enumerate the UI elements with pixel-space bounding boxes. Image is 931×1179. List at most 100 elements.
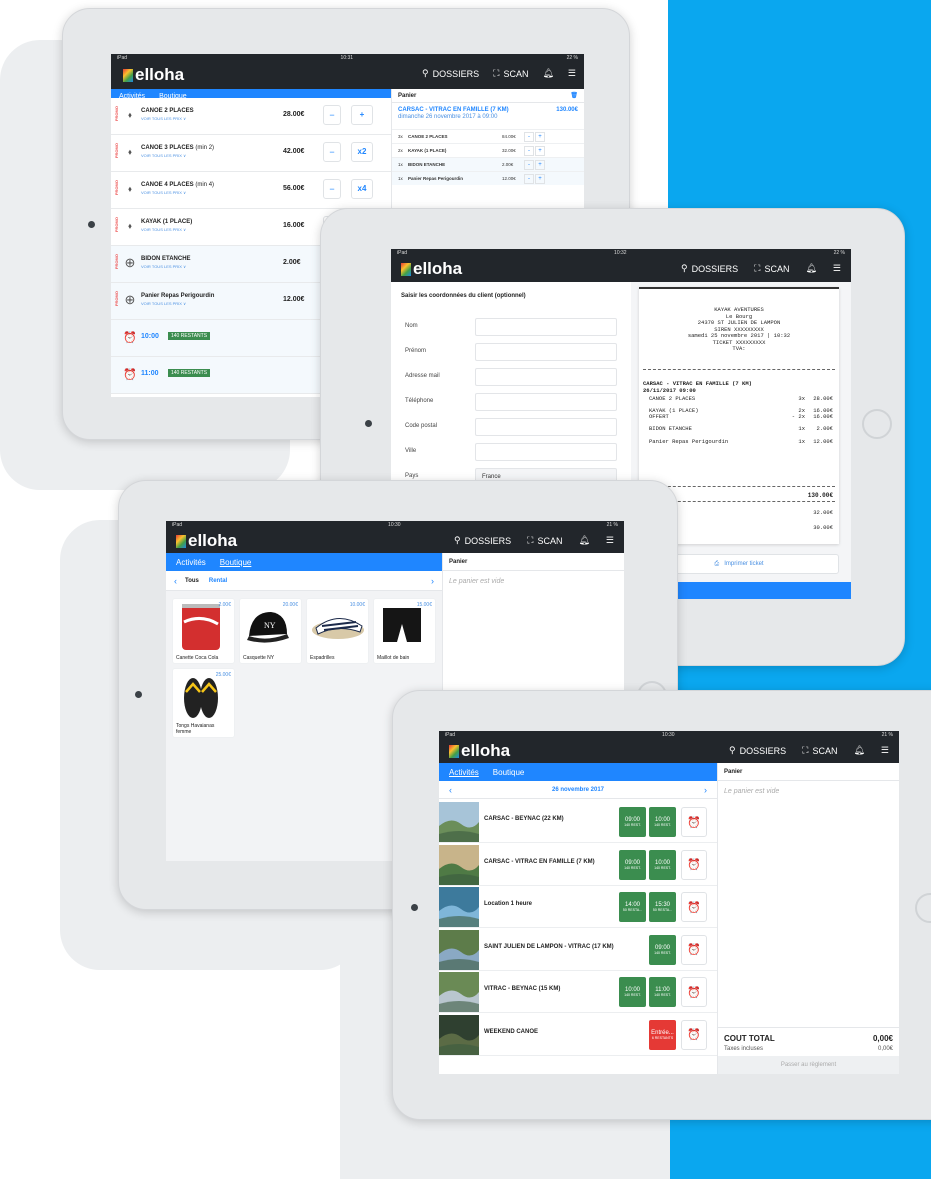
alarm-clock-icon[interactable]: ⏰ bbox=[681, 977, 707, 1007]
time-slot-button[interactable]: 11:00 140 REST. bbox=[649, 977, 676, 1007]
menu-icon[interactable]: ☰ bbox=[606, 535, 614, 546]
dossiers-button[interactable]: ⚲ DOSSIERS bbox=[422, 68, 479, 79]
product-card[interactable]: 15.00€ Maillot de bain bbox=[373, 598, 436, 664]
product-row[interactable]: PROMO ⬪ CANOE 2 PLACES VOIR TOUS LES PRIX ∨… bbox=[111, 98, 391, 135]
minus-button[interactable]: - bbox=[524, 132, 534, 142]
input-field[interactable] bbox=[475, 368, 617, 386]
input-field[interactable] bbox=[475, 443, 617, 461]
selected-date[interactable]: 26 novembre 2017 bbox=[552, 787, 604, 793]
input-field[interactable] bbox=[475, 393, 617, 411]
logo-mark-icon bbox=[176, 534, 186, 548]
activity-row[interactable]: VITRAC - BEYNAC (15 KM) 10:00 140 REST. 11:… bbox=[439, 971, 717, 1013]
minus-button[interactable]: − bbox=[323, 105, 341, 125]
menu-icon[interactable]: ☰ bbox=[881, 745, 889, 756]
plus-button[interactable]: + bbox=[535, 146, 545, 156]
cart-activity[interactable]: CARSAC - VITRAC EN FAMILLE (7 KM) 130.00€… bbox=[398, 107, 578, 120]
activity-row[interactable]: WEEKEND CANOE Entrée... 6 RESTANTS ⏰ bbox=[439, 1013, 717, 1056]
tab-boutique[interactable]: Boutique bbox=[220, 558, 252, 567]
activity-row[interactable]: CARSAC - BEYNAC (22 KM) 09:00 140 REST. 10:… bbox=[439, 801, 717, 843]
bell-icon[interactable]: 🔔︎ bbox=[542, 68, 553, 79]
dossiers-button[interactable]: ⚲ DOSSIERS bbox=[681, 263, 738, 274]
bell-icon[interactable]: 🔔︎ bbox=[853, 745, 864, 756]
voir-prix-link[interactable]: VOIR TOUS LES PRIX ∨ bbox=[141, 227, 186, 232]
scan-button[interactable]: ⛶ SCAN bbox=[802, 745, 837, 756]
time-slot-button[interactable]: 09:00 140 REST. bbox=[649, 934, 676, 965]
voir-prix-link[interactable]: VOIR TOUS LES PRIX ∨ bbox=[141, 301, 186, 306]
bell-icon[interactable]: 🔔︎ bbox=[578, 535, 589, 546]
alarm-clock-icon[interactable]: ⏰ bbox=[681, 849, 707, 880]
cart-line[interactable]: 2x KAYAK (1 PLACE) 32.00€ - + bbox=[392, 143, 584, 157]
alarm-clock-icon[interactable]: ⏰ bbox=[681, 892, 707, 922]
voir-prix-link[interactable]: VOIR TOUS LES PRIX ∨ bbox=[141, 153, 186, 158]
cart-line[interactable]: 1x Panier Repas Perigourdin 12.00€ - + bbox=[392, 171, 584, 185]
scan-button[interactable]: ⛶ SCAN bbox=[754, 263, 789, 274]
tab-activites[interactable]: Activités bbox=[176, 558, 206, 567]
time-slot-button[interactable]: 14:00 50 RESTA... bbox=[619, 892, 646, 922]
time-slot-button[interactable]: 09:00 140 REST. bbox=[619, 849, 646, 880]
multiplier-button[interactable]: x2 bbox=[351, 142, 373, 162]
trash-icon[interactable]: 🗑︎ bbox=[570, 92, 578, 99]
chevron-right-icon[interactable]: › bbox=[431, 576, 434, 586]
voir-prix-link[interactable]: VOIR TOUS LES PRIX ∨ bbox=[141, 190, 186, 195]
dossiers-button[interactable]: ⚲ DOSSIERS bbox=[454, 535, 511, 546]
time-slot-button[interactable]: 15:30 50 RESTA... bbox=[649, 892, 676, 922]
cart-line[interactable]: 1x BIDON ETANCHE 2.00€ - + bbox=[392, 157, 584, 171]
voir-prix-link[interactable]: VOIR TOUS LES PRIX ∨ bbox=[141, 264, 186, 269]
menu-icon[interactable]: ☰ bbox=[833, 263, 841, 274]
cart-empty-text: Le panier est vide bbox=[724, 788, 780, 795]
alarm-clock-icon[interactable]: ⏰ bbox=[681, 1019, 707, 1050]
status-battery: 21 % bbox=[881, 732, 893, 738]
time-slot-button[interactable]: Entrée... 6 RESTANTS bbox=[649, 1019, 676, 1050]
tab-activites[interactable]: Activités bbox=[449, 768, 479, 777]
scan-button[interactable]: ⛶ SCAN bbox=[527, 535, 562, 546]
input-field[interactable] bbox=[475, 343, 617, 361]
minus-button[interactable]: - bbox=[524, 174, 534, 184]
time-slot-button[interactable]: 10:00 140 REST. bbox=[649, 849, 676, 880]
bell-icon[interactable]: 🔔︎ bbox=[805, 263, 816, 274]
cart-line[interactable]: 3x CANOE 2 PLACES 84.00€ - + bbox=[392, 129, 584, 143]
chevron-left-icon[interactable]: ‹ bbox=[449, 785, 452, 795]
minus-button[interactable]: - bbox=[524, 146, 534, 156]
ipad-activities-list: iPad 10:30 21 % elloha ⚲ DOSSIERS ⛶ SCAN 🔔︎ … bbox=[392, 690, 931, 1120]
scan-button[interactable]: ⛶ SCAN bbox=[493, 68, 528, 79]
receipt-header-line: TVA: bbox=[732, 345, 746, 352]
product-row[interactable]: PROMO ⬪ CANOE 4 PLACES (min 4) VOIR TOUS LE… bbox=[111, 172, 391, 209]
time-slot-button[interactable]: 09:00 140 REST. bbox=[619, 807, 646, 837]
product-name: Panier Repas Perigourdin bbox=[141, 293, 215, 299]
multiplier-button[interactable]: x4 bbox=[351, 179, 373, 199]
cart-activity-price: 130.00€ bbox=[556, 107, 578, 113]
voir-prix-link[interactable]: VOIR TOUS LES PRIX ∨ bbox=[141, 116, 186, 121]
slot-badge: 140 RESTANTS bbox=[168, 332, 211, 340]
chevron-right-icon[interactable]: › bbox=[704, 785, 707, 795]
dossiers-button[interactable]: ⚲ DOSSIERS bbox=[729, 745, 786, 756]
activity-row[interactable]: Location 1 heure 14:00 50 RESTA... 15:30 50 … bbox=[439, 886, 717, 928]
menu-icon[interactable]: ☰ bbox=[568, 68, 576, 79]
time-slot-button[interactable]: 10:00 140 REST. bbox=[649, 807, 676, 837]
time-slot-button[interactable]: 10:00 140 REST. bbox=[619, 977, 646, 1007]
alarm-clock-icon[interactable]: ⏰ bbox=[681, 807, 707, 837]
pay-button[interactable]: Passer au règlement bbox=[718, 1056, 899, 1074]
product-card[interactable]: NY 20.00€ Casquette NY bbox=[239, 598, 302, 664]
product-card[interactable]: 10.00€ Espadrilles bbox=[306, 598, 369, 664]
input-field[interactable] bbox=[475, 418, 617, 436]
alarm-clock-icon[interactable]: ⏰ bbox=[681, 934, 707, 965]
product-card[interactable]: 25.00€ Tongs Havaianas femme bbox=[172, 668, 235, 738]
plus-button[interactable]: + bbox=[535, 174, 545, 184]
input-field[interactable] bbox=[475, 318, 617, 336]
filter-rental[interactable]: Rental bbox=[209, 578, 227, 584]
receipt-line: CANOE 2 PLACES 3x 28.00€ bbox=[649, 395, 833, 402]
filter-tous[interactable]: Tous bbox=[185, 578, 199, 584]
activity-row[interactable]: SAINT JULIEN DE LAMPON - VITRAC (17 KM) 0… bbox=[439, 928, 717, 971]
plus-button[interactable]: + bbox=[351, 105, 373, 125]
field-label: Prénom bbox=[405, 348, 427, 354]
tab-boutique[interactable]: Boutique bbox=[493, 768, 525, 777]
chevron-left-icon[interactable]: ‹ bbox=[174, 576, 177, 586]
minus-button[interactable]: - bbox=[524, 160, 534, 170]
minus-button[interactable]: − bbox=[323, 142, 341, 162]
product-card[interactable]: 2.00€ Canette Coca Cola bbox=[172, 598, 235, 664]
plus-button[interactable]: + bbox=[535, 160, 545, 170]
minus-button[interactable]: − bbox=[323, 179, 341, 199]
product-row[interactable]: PROMO ⬪ CANOE 3 PLACES (min 2) VOIR TOUS LE… bbox=[111, 135, 391, 172]
activity-row[interactable]: CARSAC - VITRAC EN FAMILLE (7 KM) 09:00 14… bbox=[439, 843, 717, 886]
plus-button[interactable]: + bbox=[535, 132, 545, 142]
